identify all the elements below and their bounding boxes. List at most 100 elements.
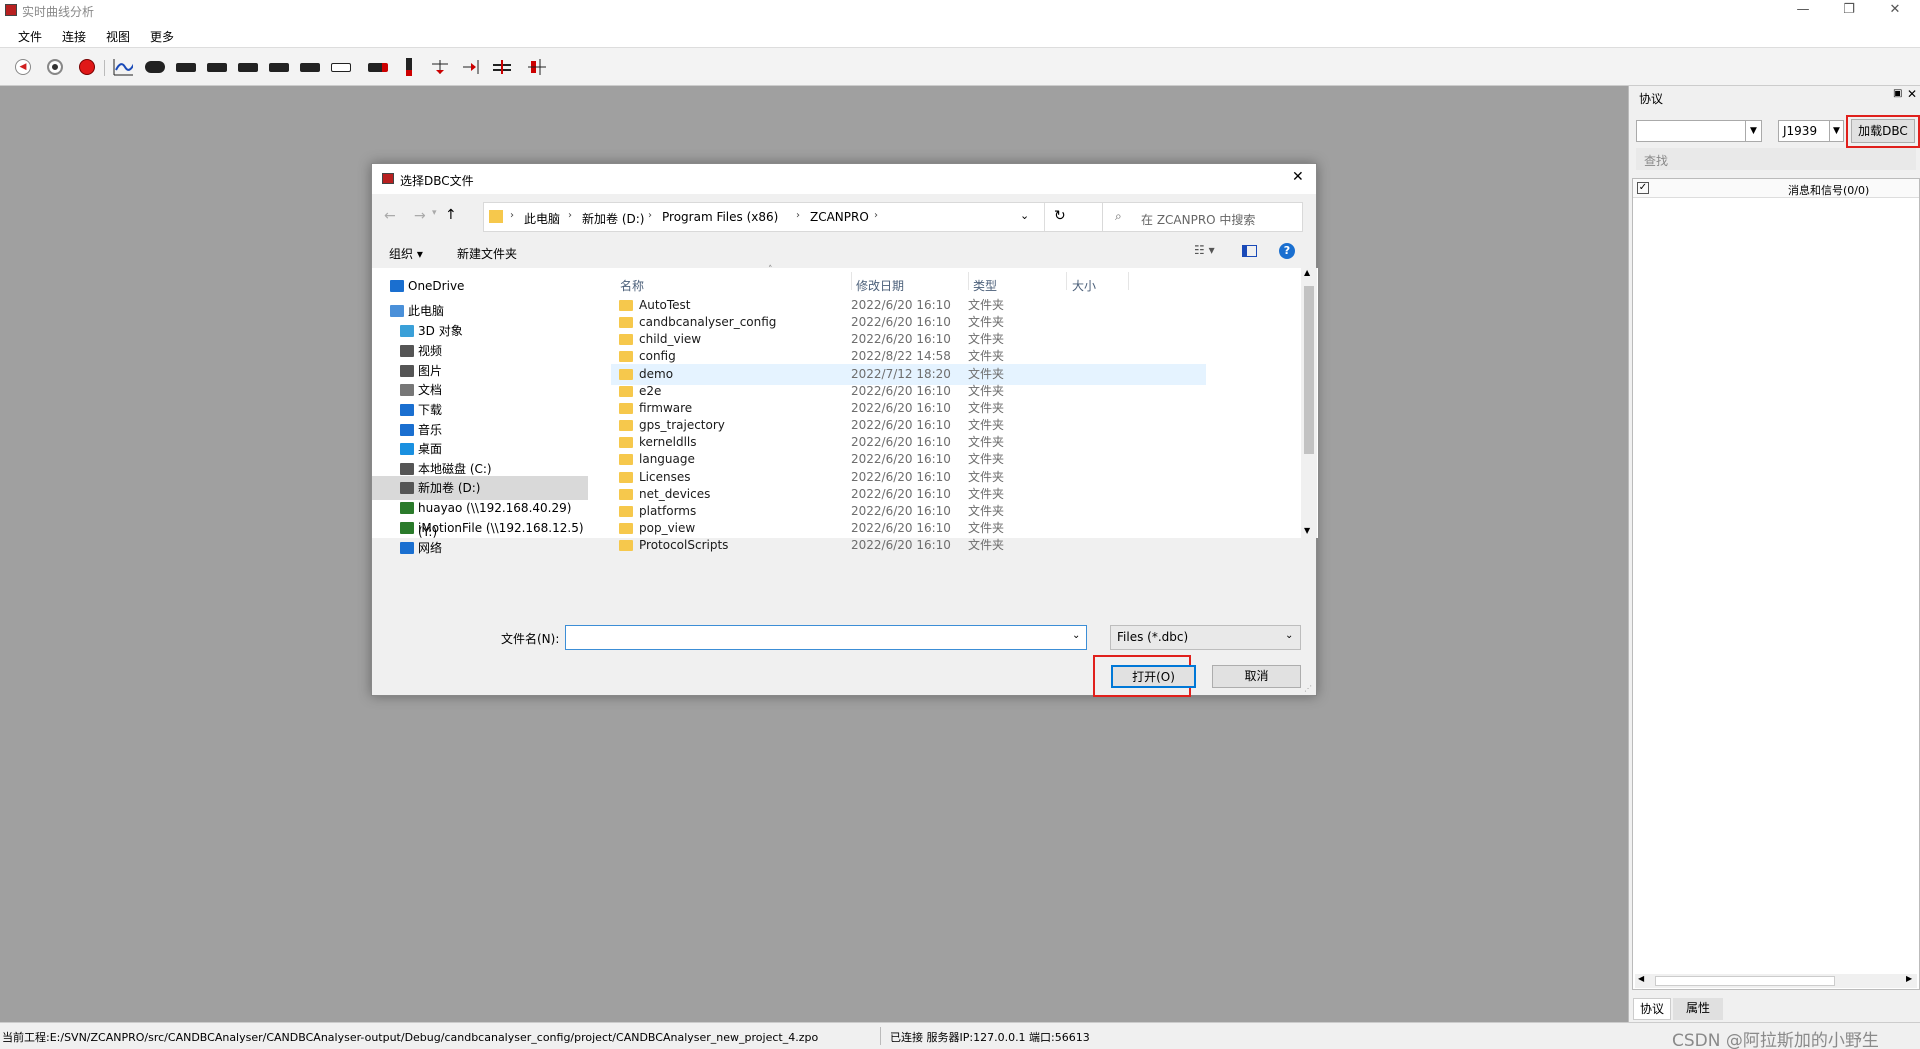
close-icon[interactable]: ✕ (1292, 169, 1304, 185)
file-list: ˄ 名称 修改日期 类型 大小 AutoTest 2022/6/20 16:10 文… (588, 265, 1318, 552)
close-window-button[interactable]: ✕ (1872, 0, 1918, 22)
column-date[interactable]: 修改日期 (856, 277, 904, 294)
drive-icon (400, 463, 414, 475)
document-icon (400, 384, 414, 396)
chevron-down-icon[interactable]: ⌄ (1072, 630, 1080, 641)
file-type-select[interactable]: Files (*.dbc) ⌄ (1110, 625, 1301, 650)
panel-header: 协议 ▣ ✕ (1629, 86, 1920, 108)
tab-properties[interactable]: 属性 (1673, 998, 1723, 1020)
record-icon[interactable] (77, 57, 97, 77)
title-bar: 实时曲线分析 — ❐ ✕ (0, 0, 1920, 22)
value-bin-icon[interactable] (331, 57, 351, 77)
scroll-right-icon[interactable]: ▶ (1906, 974, 1912, 983)
up-icon[interactable]: ↑ (445, 207, 457, 223)
bar-icon[interactable] (368, 57, 388, 77)
watermark: CSDN @阿拉斯加的小野生 (1672, 1031, 1879, 1049)
chevron-down-icon: ▼ (1745, 121, 1761, 141)
cancel-button[interactable]: 取消 (1212, 665, 1301, 688)
value-1-icon[interactable] (238, 57, 258, 77)
folder-icon (619, 385, 633, 397)
float-icon[interactable]: ▣ (1893, 88, 1902, 99)
open-file-dialog: 选择DBC文件 ✕ ← → ▾ ↑ › 此电脑 › 新加卷 (D:) › Pro… (371, 163, 1318, 697)
cursor-icon[interactable] (430, 57, 450, 77)
preview-pane-icon[interactable] (1242, 245, 1257, 257)
close-panel-icon[interactable]: ✕ (1907, 87, 1917, 101)
open-button[interactable]: 打开(O) (1111, 665, 1196, 688)
column-size[interactable]: 大小 (1072, 277, 1096, 294)
separator-icon: › (568, 210, 572, 221)
folder-icon (619, 437, 633, 449)
video-icon (400, 345, 414, 357)
menu-more[interactable]: 更多 (150, 28, 174, 45)
breadcrumb-drive-d[interactable]: 新加卷 (D:) (582, 210, 644, 227)
curve-icon[interactable] (113, 57, 133, 77)
filename-input[interactable]: ⌄ (565, 625, 1087, 650)
separator-icon: › (510, 210, 514, 221)
organize-button[interactable]: 组织 ▾ (389, 245, 423, 262)
file-row[interactable]: ProtocolScripts 2022/6/20 16:10 文件夹 (611, 535, 1206, 556)
value-on-icon[interactable] (207, 57, 227, 77)
column-type[interactable]: 类型 (973, 277, 997, 294)
check-all-checkbox[interactable]: ✓ (1637, 182, 1649, 194)
range-icon[interactable] (492, 57, 512, 77)
back-icon[interactable]: ← (384, 208, 396, 224)
chevron-down-icon[interactable]: ⌄ (1020, 209, 1029, 222)
breadcrumb-zcanpro[interactable]: ZCANPRO (810, 210, 869, 224)
folder-icon (619, 402, 633, 414)
project-path: 当前工程:E:/SVN/ZCANPRO/src/CANDBCAnalyser/C… (2, 1031, 819, 1044)
search-input[interactable]: 查找 (1636, 148, 1916, 170)
menu-file[interactable]: 文件 (18, 28, 42, 45)
minimize-button[interactable]: — (1780, 0, 1826, 22)
search-input[interactable]: ⌕ 在 ZCANPRO 中搜索 (1102, 202, 1303, 232)
folder-icon (619, 522, 633, 534)
play-back-icon[interactable]: ◀ (13, 57, 33, 77)
recent-chevron-icon[interactable]: ▾ (432, 208, 437, 218)
breadcrumb-program-files[interactable]: Program Files (x86) (662, 210, 778, 224)
marker-icon[interactable] (399, 57, 419, 77)
view-options-icon[interactable]: ☷ ▾ (1194, 243, 1215, 257)
horizontal-scrollbar[interactable]: ◀ ▶ (1635, 974, 1917, 988)
help-icon[interactable]: ? (1279, 243, 1295, 259)
folder-icon (619, 317, 633, 329)
scroll-thumb[interactable] (1304, 286, 1314, 454)
menu-view[interactable]: 视图 (106, 28, 130, 45)
panel-tabs: 协议 属性 (1629, 998, 1920, 1022)
protocol-select[interactable]: J1939 ▼ (1778, 120, 1844, 142)
dialog-title: 选择DBC文件 (400, 174, 474, 188)
scroll-left-icon[interactable]: ◀ (1638, 974, 1644, 983)
navigation-pane: OneDrive 此电脑 3D 对象 视频 图片 文档 下载 音乐 桌面 本地磁盘 (C:) 新加卷… (372, 268, 588, 555)
address-bar[interactable]: › 此电脑 › 新加卷 (D:) › Program Files (x86) ›… (483, 202, 1160, 232)
file-scrollbar[interactable]: ▲ ▼ (1301, 268, 1317, 538)
new-folder-button[interactable]: 新建文件夹 (457, 245, 517, 262)
download-icon (400, 404, 414, 416)
desktop-icon (400, 443, 414, 455)
window-title: 实时曲线分析 (22, 5, 95, 19)
link-icon[interactable] (145, 57, 165, 77)
value-1100-icon[interactable] (300, 57, 320, 77)
column-name[interactable]: 名称 (620, 277, 644, 294)
restore-button[interactable]: ❐ (1826, 0, 1872, 22)
cursor-right-icon[interactable] (461, 57, 481, 77)
scroll-down-icon[interactable]: ▼ (1304, 526, 1310, 535)
tab-protocol[interactable]: 协议 (1633, 998, 1671, 1020)
value-down-icon[interactable] (269, 57, 289, 77)
menu-connect[interactable]: 连接 (62, 28, 86, 45)
nav-item[interactable]: OneDrive (372, 274, 588, 298)
nav-item[interactable]: 网络 (372, 536, 588, 560)
protocol-type-select[interactable]: ▼ (1636, 120, 1762, 142)
split-icon[interactable] (527, 57, 547, 77)
separator-icon: › (796, 210, 800, 221)
stop-record-icon[interactable] (45, 57, 65, 77)
refresh-icon[interactable]: ↻ (1054, 208, 1066, 224)
scroll-thumb[interactable] (1655, 976, 1835, 986)
folder-icon (489, 210, 503, 223)
forward-icon[interactable]: → (414, 208, 426, 224)
scroll-up-icon[interactable]: ▲ (1304, 268, 1310, 277)
resize-grip-icon[interactable]: ⋰ (1304, 684, 1312, 693)
folder-icon (619, 368, 633, 380)
load-dbc-button[interactable]: 加载DBC (1851, 119, 1915, 143)
folder-icon (619, 488, 633, 500)
value-10-icon[interactable] (176, 57, 196, 77)
breadcrumb-this-pc[interactable]: 此电脑 (524, 210, 560, 227)
search-icon: ⌕ (1115, 209, 1122, 223)
